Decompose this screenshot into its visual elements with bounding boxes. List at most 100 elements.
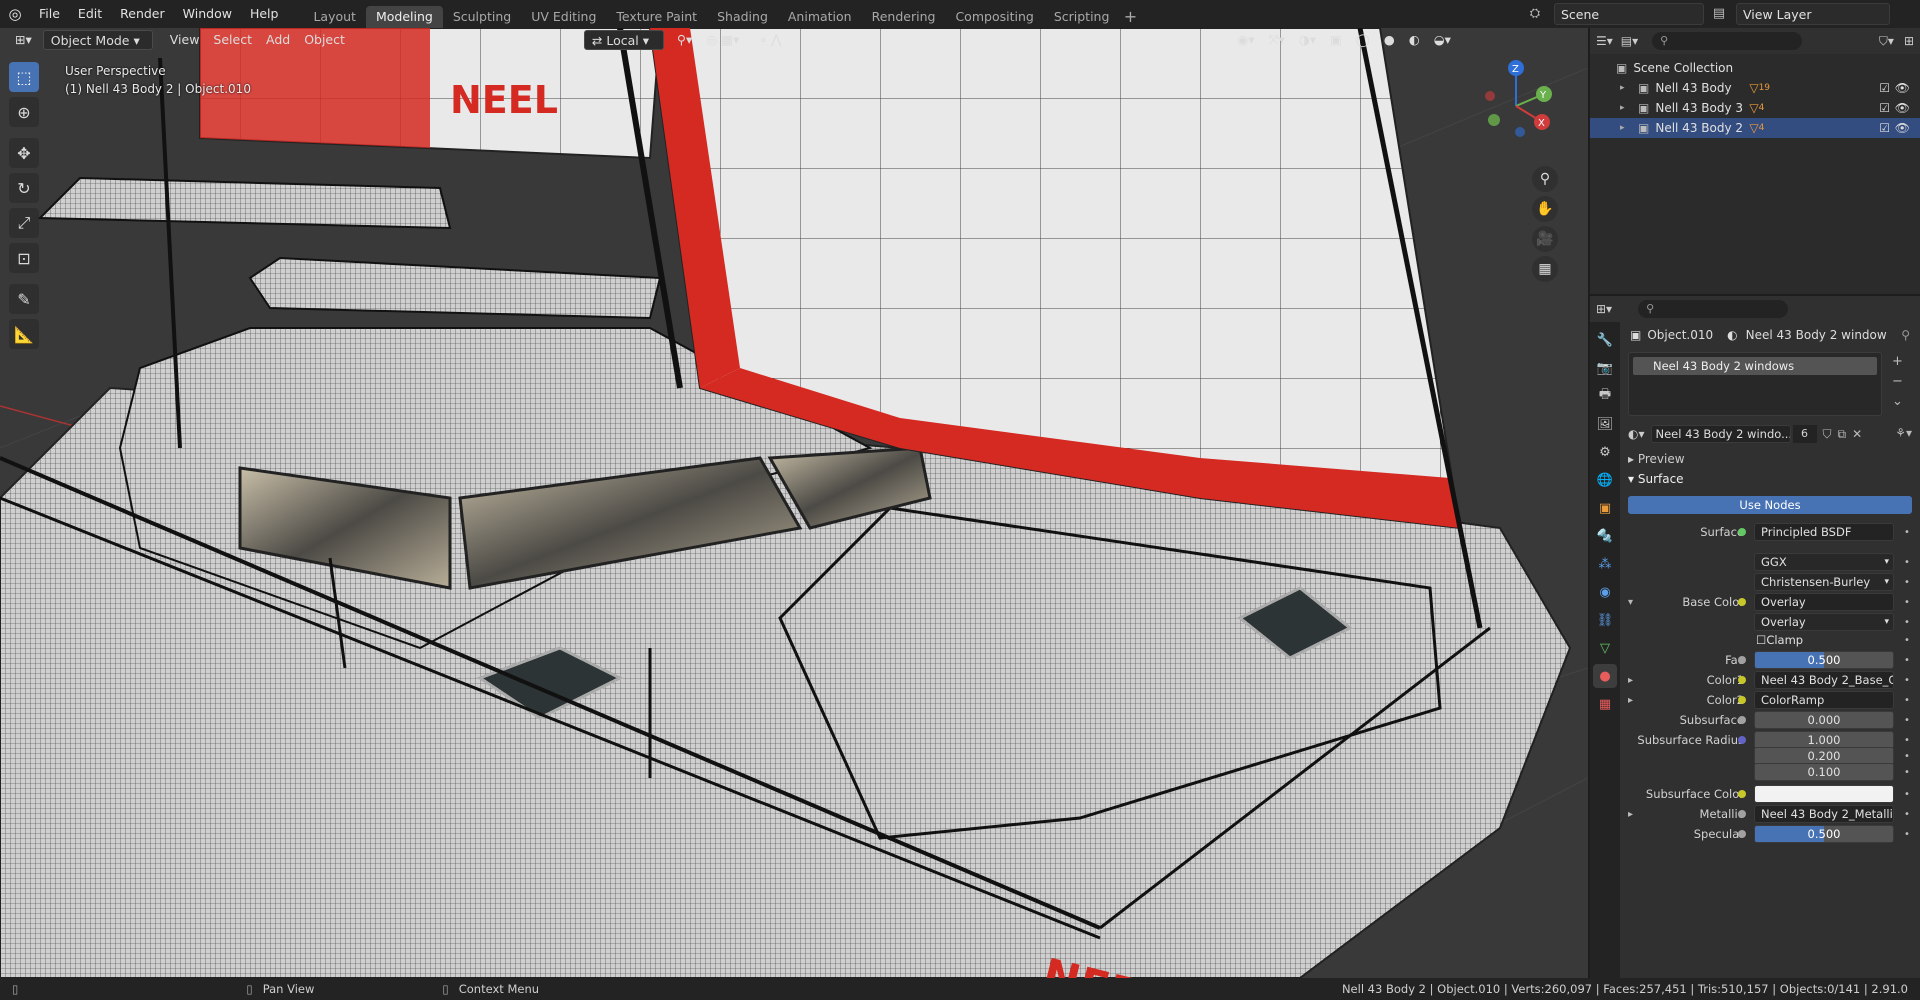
properties-search-input[interactable]: ⚲ [1638,300,1789,318]
keyframe-dot-icon[interactable]: • [1904,635,1910,646]
scene-tab-icon[interactable]: ⚙ [1593,440,1617,464]
tab-animation[interactable]: Animation [778,6,862,28]
object-tab-icon[interactable]: ▣ [1593,496,1617,520]
expand-arrow-icon[interactable]: ▾ [1628,597,1633,608]
scene-collection-row[interactable]: ▣ Scene Collection [1590,58,1920,78]
keyframe-dot-icon[interactable]: • [1904,617,1910,628]
property-field[interactable]: GGX ▾ [1754,553,1894,571]
menu-help[interactable]: Help [241,0,288,28]
cursor-tool-icon[interactable]: ⊕ [9,97,39,127]
tab-modeling[interactable]: Modeling [365,6,443,28]
menu-edit[interactable]: Edit [69,0,111,28]
tab-rendering[interactable]: Rendering [862,6,946,28]
keyframe-dot-icon[interactable]: • [1904,809,1910,820]
material-name-field[interactable]: Neel 43 Body 2 windo... [1650,425,1791,443]
expand-arrow-icon[interactable]: ▸ [1620,78,1632,98]
socket-icon[interactable] [1738,716,1746,724]
mode-selector[interactable]: Object Mode ▾ [42,30,153,50]
socket-icon[interactable] [1738,736,1746,744]
property-field[interactable]: ColorRamp [1754,691,1894,709]
particles-tab-icon[interactable]: ⁂ [1593,552,1617,576]
output-tab-icon[interactable]: 🖶 [1593,384,1617,408]
tab-sculpting[interactable]: Sculpting [443,6,521,28]
grid-perspective-icon[interactable]: ▦ [1532,256,1558,282]
editor-type-icon[interactable]: ⊞▾ [8,30,39,50]
socket-icon[interactable] [1738,830,1746,838]
add-workspace-icon[interactable]: + [1119,6,1141,28]
socket-icon[interactable] [1738,676,1746,684]
shading-wire-icon[interactable]: ◯ [1349,30,1377,50]
menu-window[interactable]: Window [174,0,241,28]
properties-editor-icon[interactable]: ⊞▾ [1596,302,1612,316]
visibility-icon[interactable]: ◉▾ [1230,30,1261,50]
transform-tool-icon[interactable]: ⊡ [9,243,39,273]
menu-file[interactable]: File [30,0,69,28]
new-collection-icon[interactable]: ⊞ [1904,34,1914,48]
move-tool-icon[interactable]: ✥ [9,138,39,168]
scale-tool-icon[interactable]: ⤢ [9,208,39,238]
3d-viewport[interactable]: NEEL NEEL ⊞▾ Object Mode ▾ View Select A… [0,28,1588,978]
shading-material-icon[interactable]: ◐ [1402,30,1427,50]
blender-logo-icon[interactable]: ◎ [0,0,30,28]
tool-tab-icon[interactable]: 🔧 [1593,328,1617,352]
keyframe-dot-icon[interactable]: • [1904,829,1910,840]
shading-rendered-icon[interactable]: ◒▾ [1427,30,1458,50]
keyframe-dot-icon[interactable]: • [1904,695,1910,706]
menu-add[interactable]: Add [259,30,297,50]
tab-shading[interactable]: Shading [707,6,778,28]
checkbox-icon[interactable]: ☐ [1756,633,1766,647]
world-tab-icon[interactable]: 🌐 [1593,468,1617,492]
outliner-editor-icon[interactable]: ☰▾ [1596,34,1613,48]
add-slot-icon[interactable]: + [1892,352,1903,372]
surface-panel-header[interactable]: ▾ Surface [1628,472,1684,486]
gizmo-toggle-icon[interactable]: ⤧▾ [1262,30,1292,50]
view-layer-tab-icon[interactable]: 🖼 [1593,412,1617,436]
socket-icon[interactable] [1738,696,1746,704]
shading-solid-icon[interactable]: ● [1377,30,1402,50]
expand-arrow-icon[interactable]: ▸ [1620,98,1632,118]
expand-arrow-icon[interactable]: ▸ [1620,118,1632,138]
socket-icon[interactable] [1738,528,1746,536]
eye-icon[interactable]: 👁 [1895,98,1910,118]
property-field[interactable]: Principled BSDF [1754,523,1894,541]
modifier-tab-icon[interactable]: 🔩 [1593,524,1617,548]
socket-icon[interactable] [1738,598,1746,606]
property-field[interactable]: Overlay [1754,593,1894,611]
pan-hand-icon[interactable]: ✋ [1532,196,1558,222]
axis-gizmo[interactable]: Z Y X [1456,56,1576,156]
socket-icon[interactable] [1738,656,1746,664]
eye-icon[interactable]: 👁 [1895,78,1910,98]
keyframe-dot-icon[interactable]: • [1904,577,1910,588]
scene-selector[interactable]: Scene [1554,3,1704,25]
pin-icon[interactable]: ⚲ [1901,328,1910,342]
select-box-tool-icon[interactable]: ⬚ [9,62,39,92]
outliner-item-nell-43-body-3[interactable]: ▸ ▣ Nell 43 Body 3 ▽ 4 ☑ 👁 [1590,98,1920,118]
tab-scripting[interactable]: Scripting [1044,6,1120,28]
expand-arrow-icon[interactable]: ▸ [1628,809,1633,820]
property-field[interactable]: 0.500 [1754,825,1894,843]
property-field[interactable]: 0.500 [1754,651,1894,669]
material-slot-item[interactable]: Neel 43 Body 2 windows [1633,357,1877,375]
material-browse-icon[interactable]: ◐▾ [1628,427,1645,441]
keyframe-dot-icon[interactable]: • [1904,789,1910,800]
menu-select[interactable]: Select [206,30,259,50]
keyframe-dot-icon[interactable]: • [1904,735,1910,746]
scene-icon[interactable]: ⛭ [1524,3,1546,25]
view-layer-icon[interactable]: ▤ [1708,3,1730,25]
checkbox-icon[interactable]: ☑ [1879,78,1890,98]
socket-icon[interactable] [1738,810,1746,818]
material-tab-icon[interactable]: ● [1593,664,1617,688]
property-field[interactable]: Neel 43 Body 2_Metallic.p... [1754,805,1894,823]
fake-user-icon[interactable]: ⛉ [1823,427,1832,442]
keyframe-dot-icon[interactable]: • [1904,751,1910,762]
annotate-tool-icon[interactable]: ✎ [9,284,39,314]
menu-view[interactable]: View [163,30,207,50]
checkbox-icon[interactable]: ☑ [1879,98,1890,118]
property-field[interactable]: 0.000 [1754,711,1894,729]
keyframe-dot-icon[interactable]: • [1904,715,1910,726]
clamp-checkbox[interactable]: ☐ Clamp [1754,631,1894,649]
data-tab-icon[interactable]: ▽ [1593,636,1617,660]
outliner-search-input[interactable]: ⚲ [1652,32,1803,50]
filter-icon[interactable]: ⛉▾ [1879,34,1894,49]
tab-uv-editing[interactable]: UV Editing [521,6,606,28]
